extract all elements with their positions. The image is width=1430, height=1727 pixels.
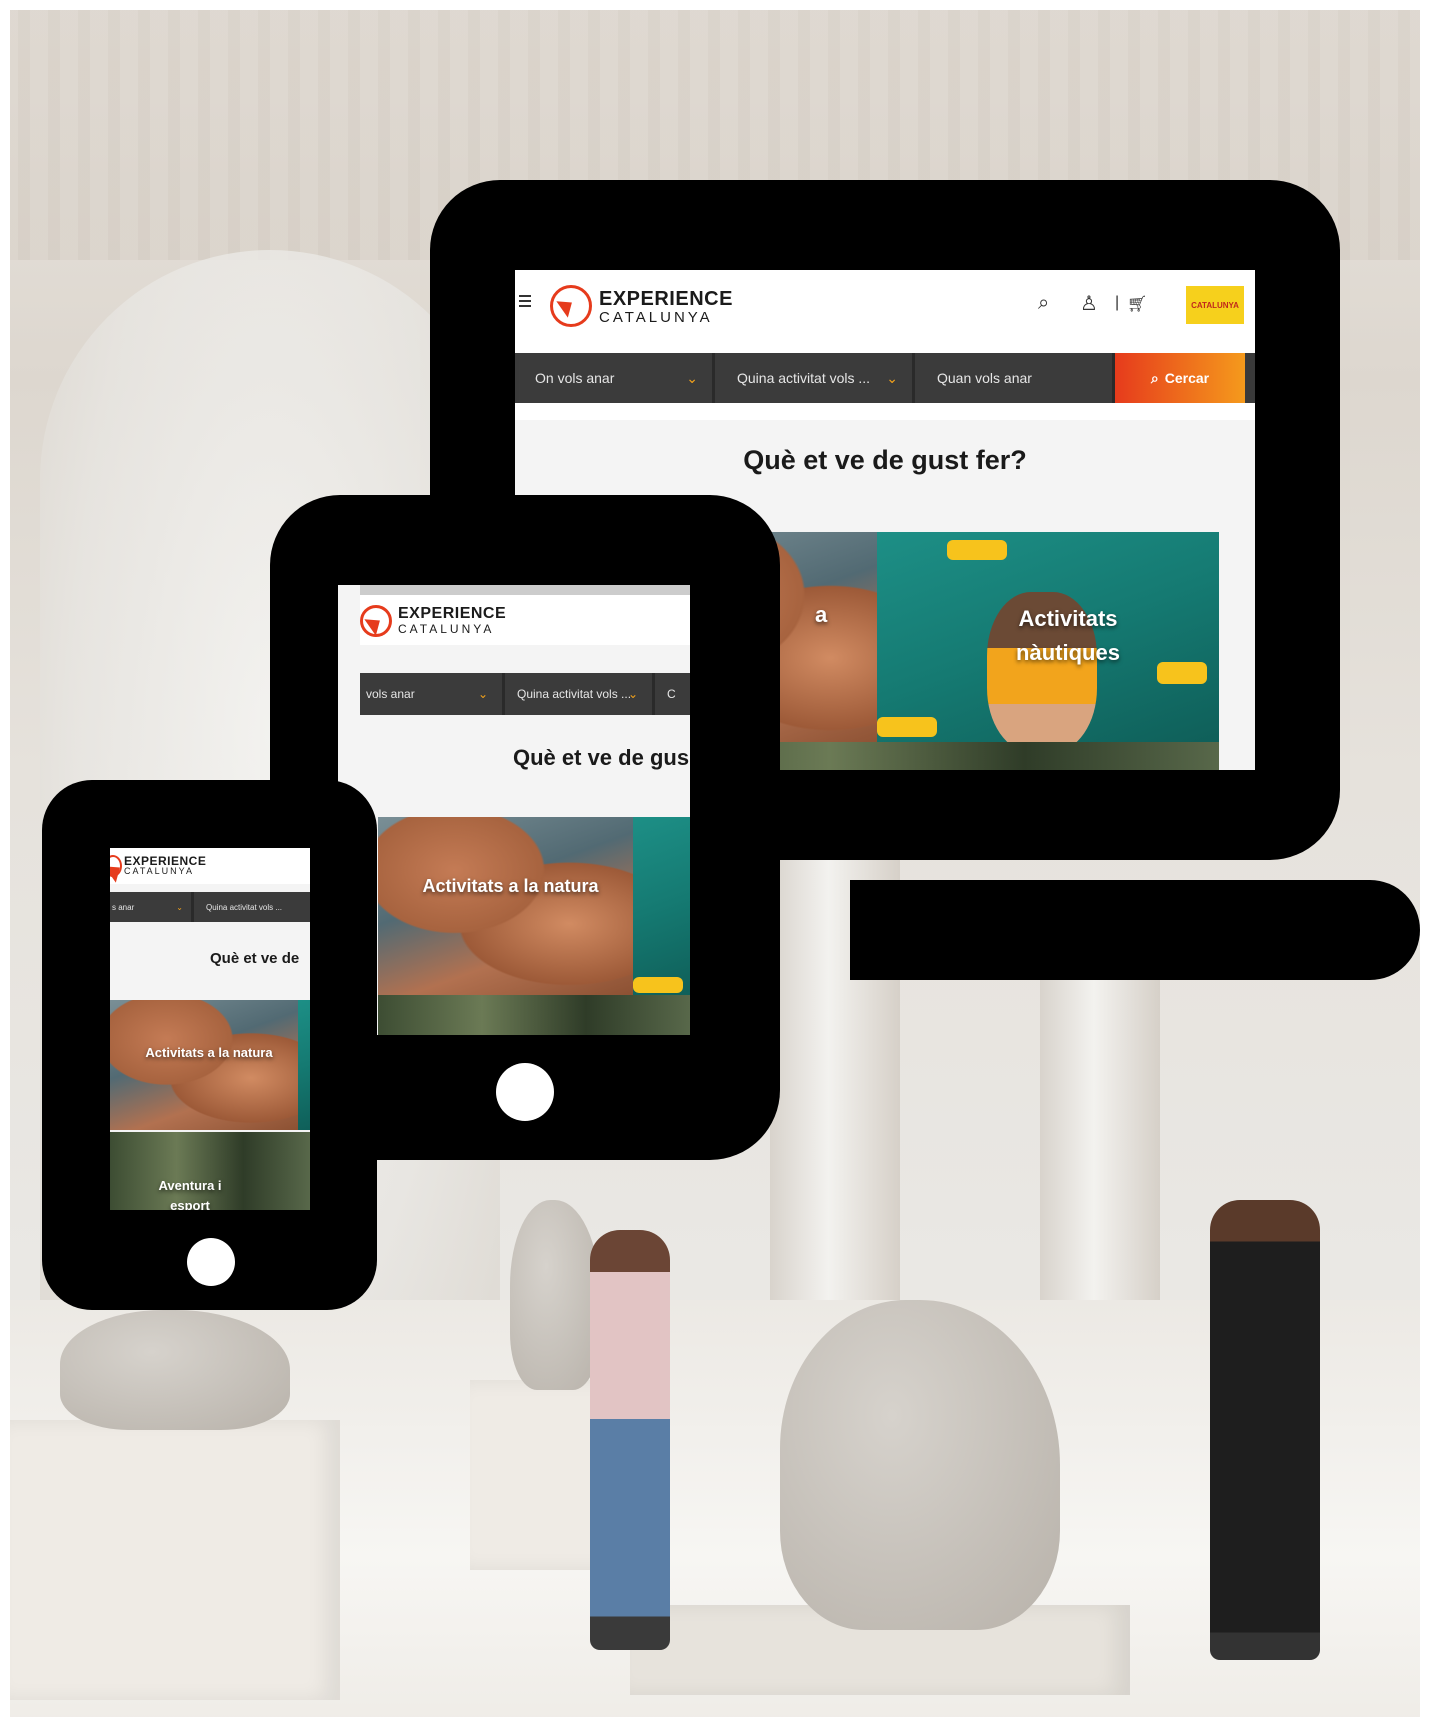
- divider: |: [1115, 294, 1120, 311]
- activity-select[interactable]: Quina activitat vols ... ⌄: [715, 353, 915, 403]
- where-select[interactable]: vols anar ⌄: [360, 673, 505, 715]
- search-bar: vols anar ⌄ Quina activitat vols ... ⌄ C: [360, 673, 690, 715]
- activity-select[interactable]: Quina activitat vols ... ⌄: [505, 673, 655, 715]
- logo-icon[interactable]: [550, 285, 592, 327]
- where-select-label: s anar: [112, 902, 135, 912]
- tablet-home-button: [496, 1063, 554, 1121]
- where-select-label: vols anar: [366, 687, 415, 701]
- phone-home-button: [187, 1238, 235, 1286]
- tile-label: Aventura i esport: [158, 1178, 222, 1210]
- logo-icon[interactable]: [110, 855, 122, 877]
- search-button[interactable]: ⌕ Cercar: [1115, 353, 1245, 403]
- tablet-screen: EXPERIENCE CATALUNYA vols anar ⌄ Quina a…: [338, 585, 690, 1035]
- when-input-label: C: [667, 687, 676, 701]
- phone-screen: EXPERIENCE CATALUNYA s anar ⌄ Quina acti…: [110, 848, 310, 1210]
- logo-text-top: EXPERIENCE: [398, 605, 507, 622]
- chevron-down-icon: ⌄: [627, 687, 638, 701]
- activity-select[interactable]: Quina activitat vols ...: [194, 892, 310, 922]
- paddle: [877, 717, 937, 737]
- site-header: EXPERIENCE CATALUNYA: [360, 595, 690, 645]
- chevron-down-icon: ⌄: [176, 902, 183, 912]
- search-button-label: Cercar: [1164, 370, 1210, 386]
- activity-select-label: Quina activitat vols ...: [517, 687, 632, 701]
- activity-tile-forest[interactable]: [378, 995, 690, 1035]
- activity-tile-nautical[interactable]: [298, 1000, 310, 1130]
- activity-tile-nautical[interactable]: Activitats nàutiques: [877, 532, 1219, 742]
- hamburger-icon[interactable]: [519, 292, 531, 310]
- chevron-down-icon: ⌄: [886, 369, 898, 386]
- logo-icon[interactable]: [360, 605, 392, 637]
- search-icon[interactable]: ⌕: [1038, 292, 1049, 315]
- activity-select-label: Quina activitat vols ...: [737, 370, 871, 386]
- where-select[interactable]: On vols anar ⌄: [519, 353, 715, 403]
- activity-tile-nature[interactable]: Activitats a la natura: [378, 817, 633, 995]
- when-input-label: Quan vols anar: [937, 370, 1032, 386]
- monitor-stand-base: [850, 880, 1420, 980]
- paddle: [633, 977, 683, 993]
- catalunya-logo[interactable]: CATALUNYA: [1186, 286, 1244, 324]
- chevron-down-icon: ⌄: [686, 369, 698, 386]
- logo-text-bottom: CATALUNYA: [124, 866, 195, 876]
- section-title: Què et ve de gus: [513, 745, 690, 770]
- site-header: EXPERIENCE CATALUNYA ⌕ ♙ | 🛒︎ CATALUNYA: [515, 270, 1255, 342]
- search-icon: ⌕: [1150, 369, 1159, 386]
- activity-tile-adventure[interactable]: Aventura i esport: [110, 1132, 310, 1210]
- search-bar: s anar ⌄ Quina activitat vols ...: [110, 892, 310, 922]
- cart-icon[interactable]: 🛒︎: [1127, 294, 1147, 314]
- user-icon[interactable]: ♙: [1080, 291, 1098, 316]
- tablet-header-strip: [360, 585, 690, 595]
- search-bar: On vols anar ⌄ Quina activitat vols ... …: [515, 353, 1255, 403]
- logo-text-bottom: CATALUNYA: [599, 309, 713, 326]
- when-input[interactable]: C: [655, 673, 690, 715]
- activity-select-label: Quina activitat vols ...: [206, 902, 283, 912]
- where-select[interactable]: s anar ⌄: [110, 892, 194, 922]
- tile-label: Activitats a la natura: [422, 876, 599, 896]
- logo-text-top: EXPERIENCE: [599, 288, 733, 310]
- when-input[interactable]: Quan vols anar: [915, 353, 1115, 403]
- chevron-down-icon: ⌄: [477, 687, 488, 701]
- logo-text-bottom: CATALUNYA: [398, 622, 495, 636]
- tile-label: Activitats nàutiques: [1016, 606, 1120, 665]
- paddle: [947, 540, 1007, 560]
- activity-tile-nautical[interactable]: [633, 817, 690, 995]
- tile-label: Activitats a la natura: [145, 1045, 273, 1060]
- activity-tile-nature[interactable]: Activitats a la natura: [110, 1000, 298, 1130]
- where-select-label: On vols anar: [535, 370, 615, 386]
- paddle: [1157, 662, 1207, 684]
- section-title: Què et ve de gust fer?: [743, 445, 1027, 475]
- site-header: EXPERIENCE CATALUNYA: [110, 848, 310, 884]
- section-title: Què et ve de: [210, 950, 300, 967]
